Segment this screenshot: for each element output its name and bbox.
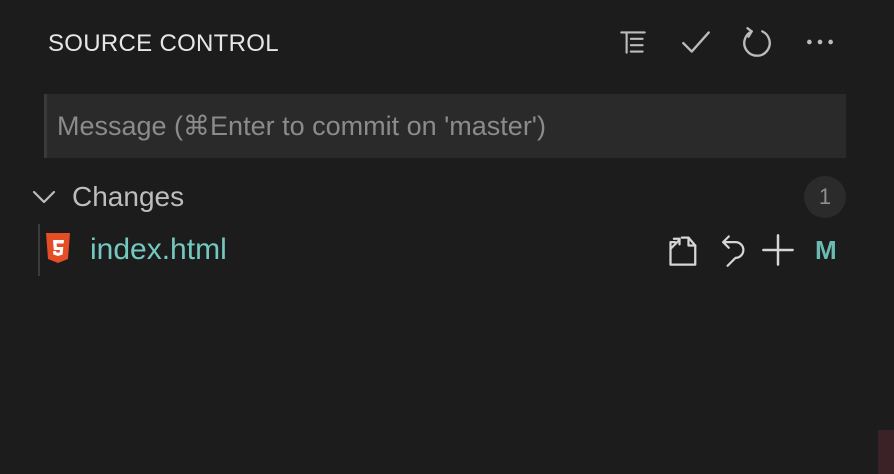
panel-header: SOURCE CONTROL xyxy=(0,0,894,86)
changes-section-header[interactable]: Changes 1 xyxy=(0,172,894,222)
html5-icon xyxy=(46,233,70,263)
file-name[interactable]: index.html xyxy=(90,233,227,267)
scrollbar-edge[interactable] xyxy=(878,430,894,474)
checkmark-icon[interactable] xyxy=(676,22,716,62)
changes-label: Changes xyxy=(72,181,185,212)
commit-message-input[interactable] xyxy=(47,94,846,158)
changed-file-row[interactable]: index.html M xyxy=(0,224,894,276)
source-control-panel: SOURCE CONTROL Message (⌘Enter to commit… xyxy=(0,0,894,474)
changes-count-badge: 1 xyxy=(804,176,846,218)
more-icon[interactable] xyxy=(800,22,840,62)
file-status-badge: M xyxy=(815,235,837,265)
open-file-icon[interactable] xyxy=(664,230,704,270)
discard-icon[interactable] xyxy=(711,230,751,270)
refresh-icon[interactable] xyxy=(737,22,777,62)
chevron-down-icon[interactable] xyxy=(30,183,58,211)
stage-icon[interactable] xyxy=(758,230,798,270)
tree-view-icon[interactable] xyxy=(613,22,653,62)
commit-message-box xyxy=(44,94,846,158)
panel-title: SOURCE CONTROL xyxy=(48,30,279,57)
indent-guide xyxy=(38,224,40,276)
